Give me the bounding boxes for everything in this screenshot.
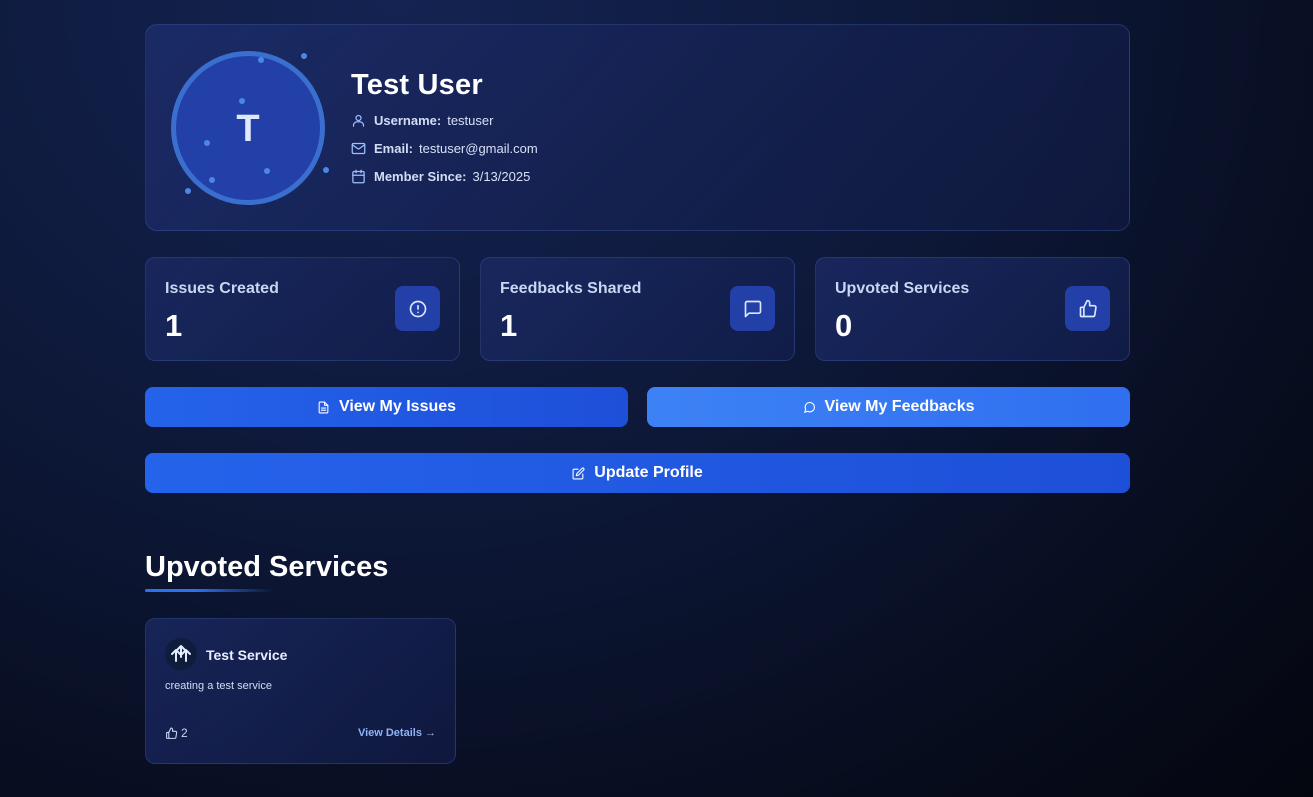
message-square-icon: [730, 286, 775, 331]
stat-label: Feedbacks Shared: [500, 280, 642, 297]
view-my-feedbacks-label: View My Feedbacks: [824, 398, 975, 415]
stat-value: 0: [835, 308, 853, 343]
stat-label: Upvoted Services: [835, 280, 970, 297]
avatar: T: [171, 51, 329, 206]
edit-icon: [572, 466, 585, 479]
email-row: Email: testuser@gmail.com: [351, 138, 538, 158]
mail-icon: [351, 142, 366, 154]
username-row: Username: testuser: [351, 110, 538, 130]
member-since-value: 3/13/2025: [472, 168, 531, 184]
stat-card-issues: Issues Created 1: [145, 257, 460, 361]
section-title: Upvoted Services: [145, 551, 389, 583]
service-description: creating a test service: [165, 680, 272, 692]
email-label: Email:: [374, 140, 414, 156]
stat-value: 1: [165, 308, 183, 343]
email-value: testuser@gmail.com: [419, 140, 538, 156]
service-card[interactable]: Test Service creating a test service 2 V…: [145, 618, 456, 764]
user-icon: [352, 114, 365, 127]
profile-card: T Test User Username: testuser Email: te…: [145, 24, 1130, 231]
service-logo-icon: [165, 638, 197, 670]
username-label: Username:: [374, 112, 442, 128]
update-profile-button[interactable]: Update Profile: [145, 453, 1130, 493]
thumbs-up-icon: [166, 727, 178, 739]
alert-circle-icon: [395, 286, 440, 331]
stats-row: Issues Created 1 Feedbacks Shared 1 Upvo…: [145, 257, 1130, 361]
stat-card-upvoted: Upvoted Services 0: [815, 257, 1130, 361]
stat-value: 1: [500, 308, 518, 343]
member-since-label: Member Since:: [374, 168, 467, 184]
calendar-icon: [352, 169, 365, 183]
message-circle-icon: [803, 401, 815, 413]
user-info: Test User Username: testuser Email: test…: [351, 69, 538, 186]
user-name: Test User: [351, 69, 483, 101]
thumbs-up-icon: [1065, 286, 1110, 331]
service-name: Test Service: [206, 647, 288, 663]
view-my-issues-label: View My Issues: [338, 398, 457, 415]
view-my-feedbacks-button[interactable]: View My Feedbacks: [647, 387, 1130, 427]
stat-label: Issues Created: [165, 280, 279, 297]
file-text-icon: [318, 401, 329, 413]
stat-card-feedbacks: Feedbacks Shared 1: [480, 257, 795, 361]
username-value: testuser: [447, 112, 494, 128]
update-profile-label: Update Profile: [594, 464, 703, 481]
member-since-row: Member Since: 3/13/2025: [351, 166, 538, 186]
view-details-link[interactable]: View Details →: [358, 727, 436, 739]
service-votes[interactable]: 2: [165, 726, 188, 740]
profile-page: T Test User Username: testuser Email: te…: [145, 24, 1130, 764]
section-underline: [145, 589, 273, 592]
avatar-initial: T: [236, 107, 260, 150]
vote-count: 2: [181, 726, 188, 740]
view-my-issues-button[interactable]: View My Issues: [145, 387, 628, 427]
